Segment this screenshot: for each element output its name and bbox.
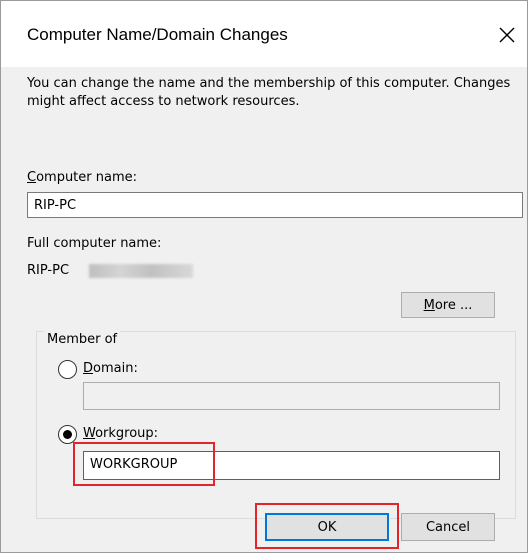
ok-button-label: OK bbox=[317, 519, 337, 535]
cancel-button-label: Cancel bbox=[425, 519, 471, 535]
redacted-domain-suffix bbox=[89, 264, 193, 278]
dialog-title: Computer Name/Domain Changes bbox=[27, 25, 288, 44]
full-computer-name-value: RIP-PC bbox=[27, 263, 70, 278]
computer-name-input[interactable]: RIP-PC bbox=[27, 192, 523, 218]
close-button[interactable] bbox=[487, 15, 527, 55]
computer-name-label-mnemonic: C bbox=[27, 170, 37, 185]
cancel-button[interactable]: Cancel bbox=[401, 513, 495, 541]
more-button-mnemonic: M bbox=[423, 297, 435, 313]
computer-name-dialog: Computer Name/Domain Changes You can cha… bbox=[0, 0, 528, 553]
full-computer-name-label: Full computer name: bbox=[27, 236, 162, 251]
ok-button[interactable]: OK bbox=[265, 513, 389, 541]
domain-label-text: omain: bbox=[93, 361, 138, 376]
workgroup-input[interactable]: WORKGROUP bbox=[83, 451, 500, 480]
radio-selected-dot bbox=[63, 430, 72, 439]
more-button-label: ore ... bbox=[434, 297, 473, 313]
title-bar: Computer Name/Domain Changes bbox=[1, 1, 527, 67]
close-icon bbox=[499, 27, 515, 43]
description-text: You can change the name and the membersh… bbox=[27, 76, 511, 109]
computer-name-label: Computer name: bbox=[27, 169, 137, 187]
workgroup-label: Workgroup: bbox=[83, 425, 158, 443]
workgroup-radio[interactable] bbox=[58, 425, 77, 444]
more-button[interactable]: More ... bbox=[401, 292, 495, 318]
domain-radio[interactable] bbox=[58, 360, 77, 379]
workgroup-value: WORKGROUP bbox=[90, 457, 178, 472]
computer-name-value: RIP-PC bbox=[34, 198, 77, 213]
computer-name-label-text: omputer name: bbox=[36, 170, 138, 185]
domain-input[interactable] bbox=[83, 382, 500, 410]
domain-label: Domain: bbox=[83, 360, 138, 378]
member-of-label: Member of bbox=[44, 331, 121, 349]
workgroup-label-text: orkgroup: bbox=[95, 426, 159, 441]
workgroup-label-mnemonic: W bbox=[83, 426, 96, 441]
domain-label-mnemonic: D bbox=[83, 361, 94, 376]
